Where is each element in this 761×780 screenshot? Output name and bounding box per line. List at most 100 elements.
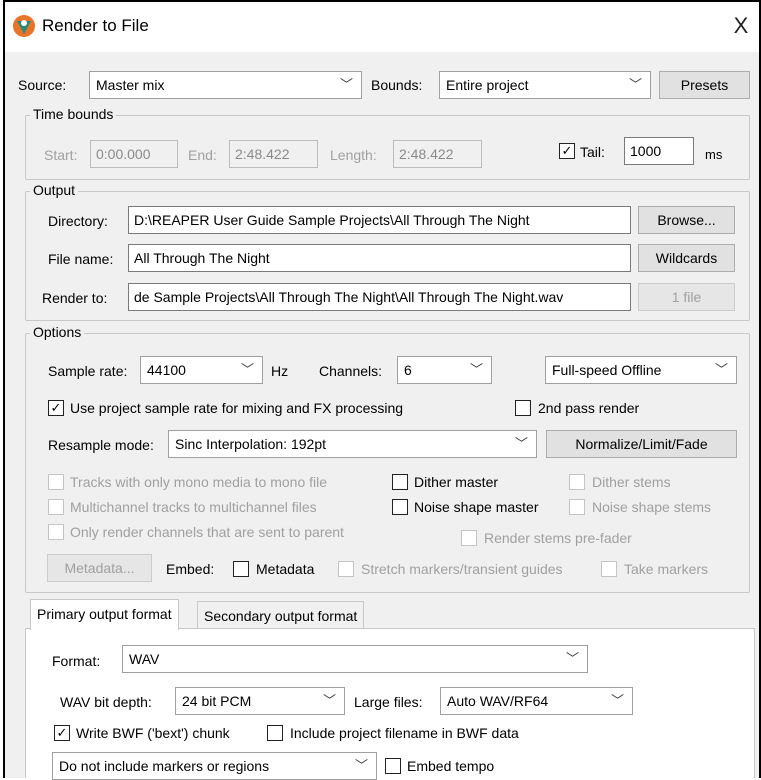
tab-primary-output[interactable]: Primary output format xyxy=(30,599,179,630)
end-field[interactable]: 2:48.422 xyxy=(229,140,318,168)
format-select[interactable]: WAV ﹀ xyxy=(122,645,588,673)
take-markers-checkbox[interactable] xyxy=(601,561,617,577)
noise-master-checkbox[interactable] xyxy=(392,499,408,515)
chevron-down-icon: ﹀ xyxy=(714,362,728,377)
sample-rate-value: 44100 xyxy=(147,362,186,378)
presets-button[interactable]: Presets xyxy=(659,71,750,99)
directory-label: Directory: xyxy=(48,213,108,229)
bwf-label: Write BWF ('bext') chunk xyxy=(76,725,230,741)
output-title: Output xyxy=(30,182,79,198)
chevron-down-icon: ﹀ xyxy=(469,362,483,377)
channels-select[interactable]: 6 ﹀ xyxy=(397,356,492,384)
source-select[interactable]: Master mix ﹀ xyxy=(89,71,362,99)
only-parent-checkbox[interactable] xyxy=(48,524,64,540)
stems-prefader-checkbox[interactable] xyxy=(461,530,477,546)
tail-field[interactable]: 1000 xyxy=(624,137,694,165)
stretch-markers-checkbox[interactable] xyxy=(338,561,354,577)
bit-depth-select[interactable]: 24 bit PCM ﹀ xyxy=(175,687,345,715)
start-field[interactable]: 0:00.000 xyxy=(90,140,178,168)
noise-stems-label: Noise shape stems xyxy=(592,499,712,515)
noise-master-label: Noise shape master xyxy=(414,499,539,515)
large-files-value: Auto WAV/RF64 xyxy=(447,693,549,709)
mono-label: Tracks with only mono media to mono file xyxy=(70,474,328,490)
bounds-value: Entire project xyxy=(446,77,529,93)
start-label: Start: xyxy=(44,147,78,163)
use-project-rate-label: Use project sample rate for mixing and F… xyxy=(70,400,404,416)
markers-select[interactable]: Do not include markers or regions ﹀ xyxy=(52,752,377,780)
renderto-label: Render to: xyxy=(42,290,108,306)
take-markers-label: Take markers xyxy=(624,561,709,577)
directory-field[interactable]: D:\REAPER User Guide Sample Projects\All… xyxy=(128,206,631,234)
options-title: Options xyxy=(30,324,85,340)
second-pass-label: 2nd pass render xyxy=(538,400,640,416)
hz-label: Hz xyxy=(271,363,289,379)
chevron-down-icon: ﹀ xyxy=(628,77,642,92)
dither-stems-label: Dither stems xyxy=(592,474,671,490)
bounds-select[interactable]: Entire project ﹀ xyxy=(439,71,651,99)
chevron-down-icon: ﹀ xyxy=(240,362,254,377)
include-filename-label: Include project filename in BWF data xyxy=(290,725,519,741)
source-label: Source: xyxy=(18,77,67,93)
format-value: WAV xyxy=(129,651,160,667)
file-count-button[interactable]: 1 file xyxy=(638,283,735,311)
dither-master-checkbox[interactable] xyxy=(392,474,408,490)
stretch-markers-label: Stretch markers/transient guides xyxy=(361,561,563,577)
length-label: Length: xyxy=(330,147,377,163)
large-files-label: Large files: xyxy=(354,694,423,710)
metadata-button[interactable]: Metadata... xyxy=(47,554,152,582)
tail-checkbox[interactable]: ✓ xyxy=(559,143,575,159)
multichannel-label: Multichannel tracks to multichannel file… xyxy=(70,499,317,515)
noise-stems-checkbox[interactable] xyxy=(569,499,585,515)
chevron-down-icon: ﹀ xyxy=(514,436,528,451)
chevron-down-icon: ﹀ xyxy=(565,651,579,666)
render-speed-select[interactable]: Full-speed Offline ﹀ xyxy=(545,356,737,384)
embed-metadata-checkbox[interactable] xyxy=(233,561,249,577)
second-pass-checkbox[interactable] xyxy=(515,400,531,416)
normalize-button[interactable]: Normalize/Limit/Fade xyxy=(546,430,737,458)
chevron-down-icon: ﹀ xyxy=(354,758,368,773)
resample-select[interactable]: Sinc Interpolation: 192pt ﹀ xyxy=(168,430,537,458)
chevron-down-icon: ﹀ xyxy=(322,693,336,708)
source-value: Master mix xyxy=(96,77,165,93)
stems-prefader-label: Render stems pre-fader xyxy=(484,530,632,546)
dither-master-label: Dither master xyxy=(414,474,499,490)
bwf-checkbox[interactable]: ✓ xyxy=(54,725,70,741)
bounds-label: Bounds: xyxy=(371,77,423,93)
chevron-down-icon: ﹀ xyxy=(339,77,353,92)
chevron-down-icon: ﹀ xyxy=(610,693,624,708)
filename-label: File name: xyxy=(48,251,114,267)
resample-value: Sinc Interpolation: 192pt xyxy=(175,436,326,452)
filename-field[interactable]: All Through The Night xyxy=(128,244,631,272)
close-icon[interactable]: X xyxy=(726,10,756,42)
large-files-select[interactable]: Auto WAV/RF64 ﹀ xyxy=(440,687,633,715)
tail-label: Tail: xyxy=(580,144,605,160)
sample-rate-select[interactable]: 44100 ﹀ xyxy=(140,356,263,384)
use-project-rate-checkbox[interactable]: ✓ xyxy=(48,400,64,416)
tail-unit: ms xyxy=(705,147,723,162)
bit-depth-label: WAV bit depth: xyxy=(60,694,152,710)
time-bounds-title: Time bounds xyxy=(30,106,117,122)
only-parent-label: Only render channels that are sent to pa… xyxy=(70,524,344,540)
dither-stems-checkbox[interactable] xyxy=(569,474,585,490)
tab-secondary-output[interactable]: Secondary output format xyxy=(197,601,365,628)
channels-label: Channels: xyxy=(319,363,383,379)
include-filename-checkbox[interactable] xyxy=(267,725,283,741)
window-title: Render to File xyxy=(42,16,149,35)
channels-value: 6 xyxy=(404,362,412,378)
browse-button[interactable]: Browse... xyxy=(638,206,735,234)
end-label: End: xyxy=(188,147,217,163)
length-field[interactable]: 2:48.422 xyxy=(393,140,482,168)
bit-depth-value: 24 bit PCM xyxy=(182,693,252,709)
mono-checkbox[interactable] xyxy=(48,474,64,490)
embed-tempo-label: Embed tempo xyxy=(407,758,495,774)
multichannel-checkbox[interactable] xyxy=(48,499,64,515)
format-label: Format: xyxy=(52,653,101,669)
reaper-logo-icon xyxy=(12,14,36,38)
resample-label: Resample mode: xyxy=(48,437,154,453)
sample-rate-label: Sample rate: xyxy=(48,363,128,379)
embed-metadata-label: Metadata xyxy=(256,561,315,577)
wildcards-button[interactable]: Wildcards xyxy=(638,244,735,272)
embed-tempo-checkbox[interactable] xyxy=(385,758,401,774)
renderto-field[interactable]: de Sample Projects\All Through The Night… xyxy=(128,283,631,311)
render-speed-value: Full-speed Offline xyxy=(552,362,662,378)
